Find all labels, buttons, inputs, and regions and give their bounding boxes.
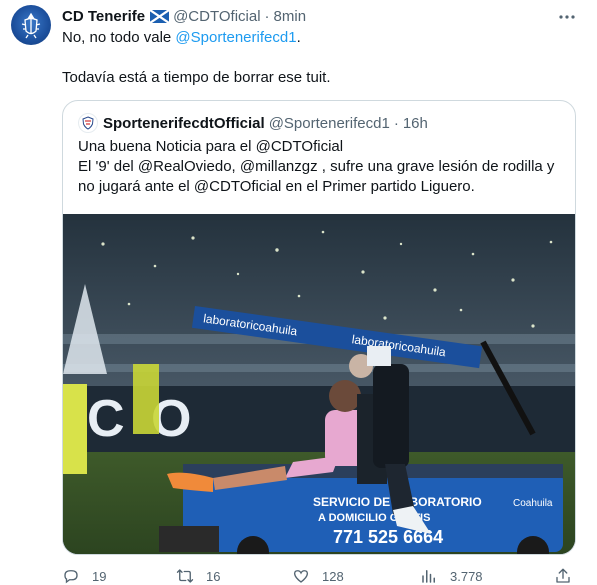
share-icon bbox=[556, 568, 570, 583]
tweet-text-line: Todavía está a tiempo de borrar ese tuit… bbox=[62, 69, 331, 86]
like-icon bbox=[293, 570, 309, 583]
club-crest-icon bbox=[21, 12, 41, 39]
handle[interactable]: @CDTOficial bbox=[173, 8, 260, 25]
quote-handle[interactable]: @Sportenerifecd1 bbox=[269, 115, 390, 132]
views-icon bbox=[422, 570, 435, 583]
like-button[interactable]: 128 bbox=[292, 566, 344, 585]
retweet-count: 16 bbox=[206, 568, 221, 584]
retweet-icon bbox=[176, 569, 194, 583]
display-name[interactable]: CD Tenerife bbox=[62, 8, 145, 25]
quote-media-image[interactable]: C O laboratoricoahuila laboratoricoahuil… bbox=[63, 214, 575, 554]
tweet-text-suffix: . bbox=[296, 29, 301, 46]
quote-avatar[interactable] bbox=[78, 113, 98, 133]
timestamp[interactable]: 8min bbox=[274, 8, 307, 25]
quote-header: SportenerifecdtOfficial @Sportenerifecd1… bbox=[78, 113, 428, 133]
quote-text-line: Una buena Noticia para el @CDTOficial bbox=[78, 138, 344, 155]
quote-timestamp[interactable]: 16h bbox=[403, 115, 428, 132]
more-icon bbox=[559, 15, 575, 19]
separator: · bbox=[264, 7, 270, 25]
tweet-header: CD Tenerife @CDTOficial · 8min bbox=[62, 6, 306, 26]
retweet-button[interactable]: 16 bbox=[176, 566, 220, 585]
reply-button[interactable]: 19 bbox=[62, 566, 106, 585]
quote-text-line: El '9' del @RealOviedo, @millanzgz , suf… bbox=[78, 158, 555, 175]
more-button[interactable] bbox=[557, 7, 577, 27]
quote-display-name[interactable]: SportenerifecdtOfficial bbox=[103, 115, 265, 132]
flag-icon bbox=[150, 9, 170, 23]
stadium-photo: C O laboratoricoahuila laboratoricoahuil… bbox=[63, 214, 575, 554]
tweet[interactable]: CD Tenerife @CDTOficial · 8min No, no to… bbox=[0, 0, 597, 585]
quote-text-line: no jugará ante el @CDTOficial en el Prim… bbox=[78, 178, 475, 195]
views-count: 3.778 bbox=[450, 568, 483, 584]
separator: · bbox=[393, 114, 399, 132]
views-button[interactable]: 3.778 bbox=[420, 566, 483, 585]
shield-icon bbox=[82, 116, 94, 130]
cart-brand: Coahuila bbox=[513, 498, 553, 509]
share-button[interactable] bbox=[554, 566, 572, 585]
reply-count: 19 bbox=[92, 568, 107, 584]
mention-link[interactable]: @Sportenerifecd1 bbox=[175, 29, 296, 46]
avatar[interactable] bbox=[11, 5, 51, 45]
quoted-tweet[interactable]: SportenerifecdtOfficial @Sportenerifecd1… bbox=[62, 100, 576, 555]
tweet-text: No, no todo vale bbox=[62, 29, 176, 46]
reply-icon bbox=[64, 570, 78, 584]
like-count: 128 bbox=[322, 568, 344, 584]
action-bar: 19 16 128 3.778 bbox=[62, 566, 582, 585]
tweet-text-line: No, no todo vale @Sportenerifecd1. bbox=[62, 28, 301, 48]
